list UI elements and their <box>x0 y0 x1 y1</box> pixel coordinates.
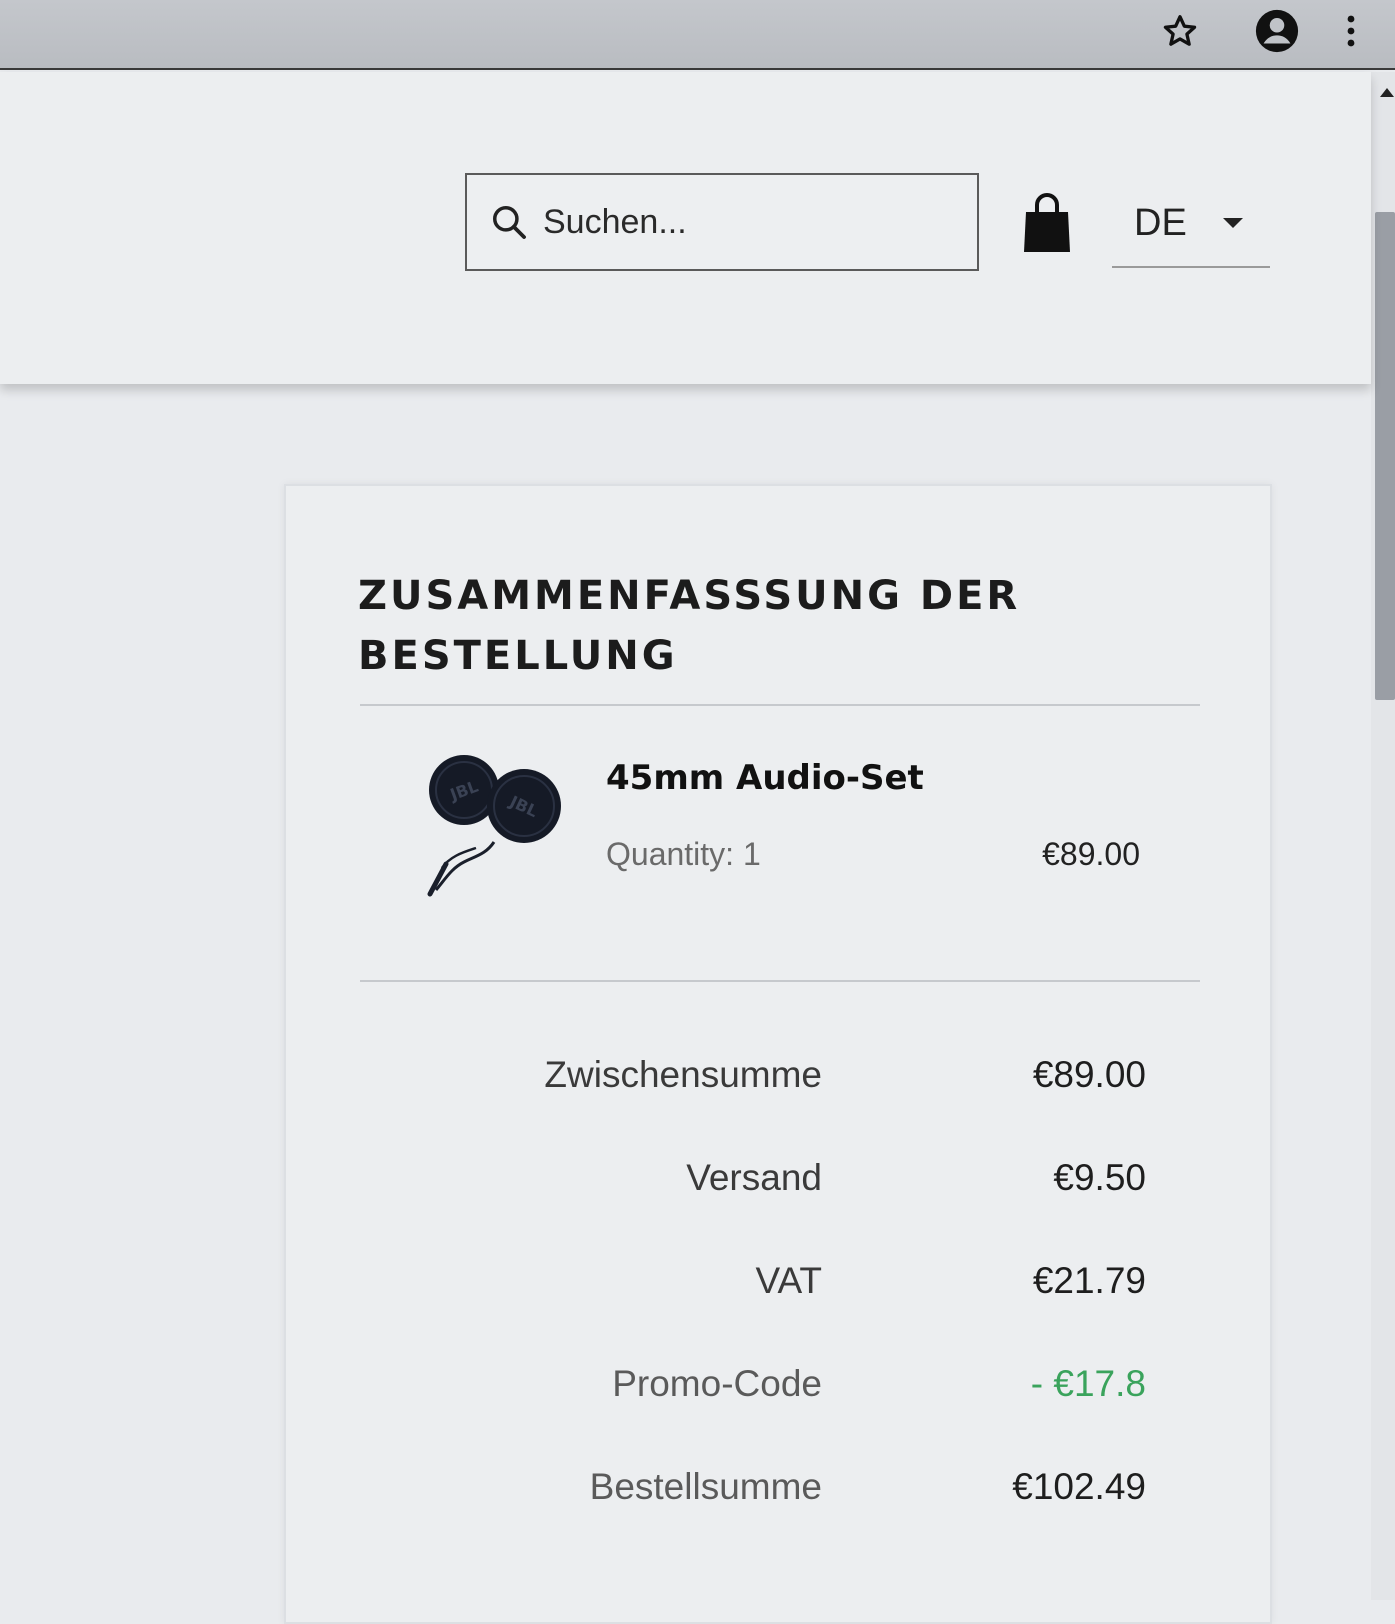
scroll-up-arrow-icon[interactable] <box>1380 88 1394 97</box>
promo-code-label: Promo-Code <box>612 1363 822 1404</box>
order-total-label: Bestellsumme <box>589 1466 822 1507</box>
subtotal-row: Zwischensumme €89.00 <box>286 1054 1274 1114</box>
promo-code-row: Promo-Code - €17.8 <box>286 1363 1274 1423</box>
product-quantity: Quantity: 1 <box>606 836 761 872</box>
vat-value: €21.79 <box>1032 1260 1146 1301</box>
product-name: 45mm Audio-Set <box>606 758 924 798</box>
menu-icon[interactable] <box>1340 6 1362 56</box>
order-summary-title: ZUSAMMENFASSSUNG DER BESTELLUNG <box>358 573 1021 679</box>
shipping-value: €9.50 <box>1053 1157 1146 1198</box>
shipping-label: Versand <box>686 1157 822 1198</box>
search-input[interactable] <box>541 201 961 243</box>
language-select[interactable]: DE <box>1112 180 1270 268</box>
search-icon <box>489 202 529 242</box>
shipping-row: Versand €9.50 <box>286 1157 1274 1217</box>
order-total-row: Bestellsumme €102.49 <box>286 1466 1274 1526</box>
shopping-bag-icon[interactable] <box>1022 192 1072 254</box>
product-image: JBL JBL <box>416 744 576 904</box>
vat-row: VAT €21.79 <box>286 1260 1274 1320</box>
language-selected-label: DE <box>1134 201 1187 244</box>
subtotal-label: Zwischensumme <box>544 1054 822 1095</box>
promo-code-value: - €17.8 <box>1030 1363 1146 1404</box>
product-price: €89.00 <box>1042 836 1140 872</box>
browser-toolbar <box>0 0 1395 70</box>
site-header: DE <box>0 72 1371 384</box>
order-summary-card: ZUSAMMENFASSSUNG DER BESTELLUNG JBL JBL … <box>284 484 1272 1624</box>
subtotal-value: €89.00 <box>1032 1054 1146 1095</box>
star-icon[interactable] <box>1158 6 1202 56</box>
divider <box>360 704 1200 706</box>
scrollbar-thumb[interactable] <box>1375 212 1395 700</box>
order-total-value: €102.49 <box>1012 1466 1146 1507</box>
search-box[interactable] <box>465 173 979 271</box>
chevron-down-icon <box>1222 218 1243 228</box>
vat-label: VAT <box>755 1260 822 1301</box>
divider <box>360 980 1200 982</box>
account-icon[interactable] <box>1252 6 1302 56</box>
